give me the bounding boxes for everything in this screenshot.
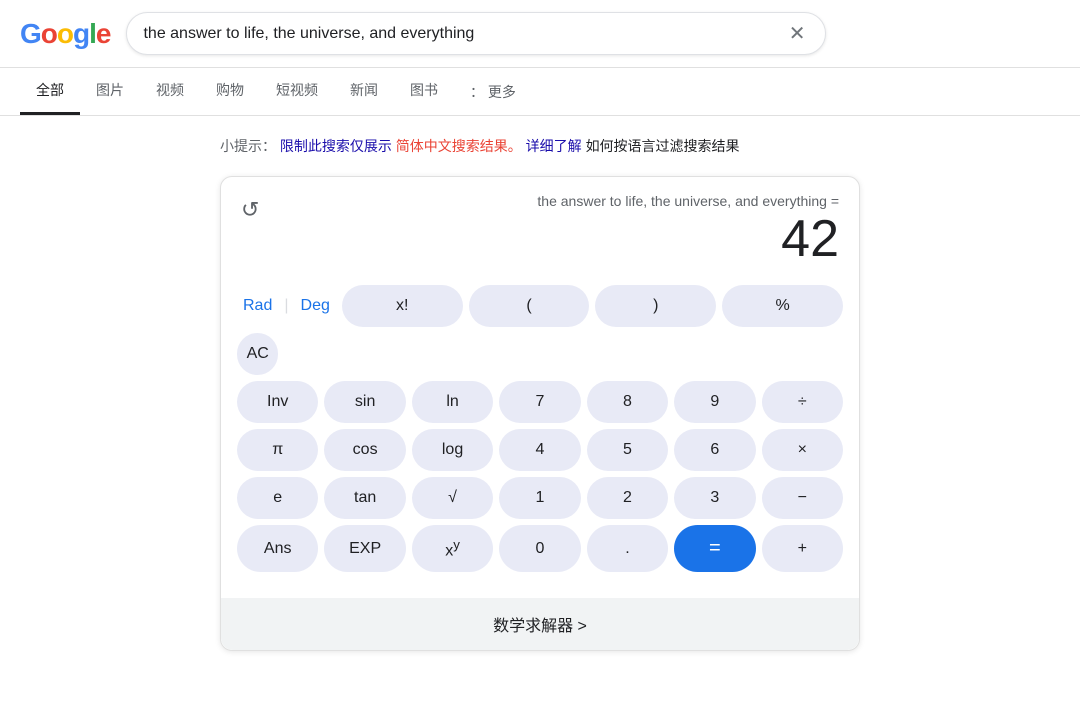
calc-row-4: e tan √ 1 2 3 − — [237, 477, 843, 519]
tab-shopping[interactable]: 购物 — [200, 68, 260, 115]
calc-btn-divide[interactable]: ÷ — [762, 381, 843, 423]
header: Google ✕ — [0, 0, 1080, 68]
calc-btn-percent[interactable]: % — [722, 285, 843, 327]
calc-btn-close-paren[interactable]: ) — [595, 285, 716, 327]
calc-btn-1[interactable]: 1 — [499, 477, 580, 519]
calc-btn-inv[interactable]: Inv — [237, 381, 318, 423]
logo-letter-o2: o — [57, 18, 73, 50]
calc-btn-4[interactable]: 4 — [499, 429, 580, 471]
tip-restrict-link[interactable]: 限制此搜索仅展示 — [280, 138, 392, 154]
calc-btn-3[interactable]: 3 — [674, 477, 755, 519]
nav-tabs: 全部 图片 视频 购物 短视频 新闻 图书 ： 更多 — [0, 68, 1080, 116]
tip-suffix: 如何按语言过滤搜索结果 — [586, 138, 740, 154]
calc-history-icon[interactable]: ↺ — [241, 197, 259, 223]
calc-row-1: Rad | Deg x! ( ) % AC — [237, 285, 843, 375]
calc-btn-7[interactable]: 7 — [499, 381, 580, 423]
more-tabs[interactable]: ： 更多 — [454, 70, 532, 114]
calc-btn-open-paren[interactable]: ( — [469, 285, 590, 327]
tab-news[interactable]: 新闻 — [334, 68, 394, 115]
tip-label: 小提示： — [220, 138, 276, 154]
calc-btn-plus[interactable]: + — [762, 525, 843, 572]
calc-answer: 42 — [279, 213, 839, 265]
math-solver-bar[interactable]: 数学求解器 > — [221, 598, 859, 650]
calc-btn-5[interactable]: 5 — [587, 429, 668, 471]
calc-btn-2[interactable]: 2 — [587, 477, 668, 519]
logo-letter-l: l — [89, 18, 96, 50]
search-input[interactable] — [143, 25, 784, 43]
calc-expression: the answer to life, the universe, and ev… — [279, 193, 839, 209]
logo-letter-o1: o — [41, 18, 57, 50]
calculator: ↺ the answer to life, the universe, and … — [220, 176, 860, 651]
calc-btn-deg[interactable]: Deg — [295, 285, 336, 327]
calc-row-2: Inv sin ln 7 8 9 ÷ — [237, 381, 843, 423]
calc-result-area: the answer to life, the universe, and ev… — [259, 193, 839, 265]
calc-btn-pi[interactable]: π — [237, 429, 318, 471]
calc-btn-8[interactable]: 8 — [587, 381, 668, 423]
tab-all[interactable]: 全部 — [20, 68, 80, 115]
calc-btn-9[interactable]: 9 — [674, 381, 755, 423]
calc-btn-sin[interactable]: sin — [324, 381, 405, 423]
search-clear-button[interactable]: ✕ — [785, 21, 810, 46]
calc-btn-power[interactable]: xy — [412, 525, 493, 572]
tip-detail-link[interactable]: 详细了解 — [526, 138, 582, 154]
calc-btn-cos[interactable]: cos — [324, 429, 405, 471]
tip-bar: 小提示： 限制此搜索仅展示 简体中文搜索结果。 详细了解 如何按语言过滤搜索结果 — [220, 136, 860, 156]
calc-row-3: π cos log 4 5 6 × — [237, 429, 843, 471]
calc-btn-0[interactable]: 0 — [499, 525, 580, 572]
tab-short-videos[interactable]: 短视频 — [260, 68, 334, 115]
calc-btn-equals[interactable]: = — [674, 525, 755, 572]
google-logo[interactable]: Google — [20, 18, 110, 50]
calc-btn-6[interactable]: 6 — [674, 429, 755, 471]
calc-btn-exp[interactable]: EXP — [324, 525, 405, 572]
calc-keypad: Rad | Deg x! ( ) % AC Inv sin ln 7 8 9 ÷ — [221, 277, 859, 594]
calc-btn-ln[interactable]: ln — [412, 381, 493, 423]
calc-btn-dot[interactable]: . — [587, 525, 668, 572]
tab-books[interactable]: 图书 — [394, 68, 454, 115]
calc-separator: | — [284, 285, 288, 327]
calc-btn-ans[interactable]: Ans — [237, 525, 318, 572]
calc-btn-log[interactable]: log — [412, 429, 493, 471]
main-content: 小提示： 限制此搜索仅展示 简体中文搜索结果。 详细了解 如何按语言过滤搜索结果… — [0, 116, 1080, 671]
search-bar: ✕ — [126, 12, 826, 55]
calc-btn-minus[interactable]: − — [762, 477, 843, 519]
calc-btn-ac[interactable]: AC — [237, 333, 278, 375]
tip-chinese-link[interactable]: 简体中文搜索结果。 — [396, 138, 522, 154]
calc-btn-rad[interactable]: Rad — [237, 285, 278, 327]
calc-btn-factorial[interactable]: x! — [342, 285, 463, 327]
logo-letter-e: e — [96, 18, 111, 50]
calc-btn-tan[interactable]: tan — [324, 477, 405, 519]
calc-btn-e[interactable]: e — [237, 477, 318, 519]
calc-display: ↺ the answer to life, the universe, and … — [221, 177, 859, 277]
tab-images[interactable]: 图片 — [80, 68, 140, 115]
logo-letter-g: G — [20, 18, 41, 50]
calc-btn-sqrt[interactable]: √ — [412, 477, 493, 519]
calc-btn-multiply[interactable]: × — [762, 429, 843, 471]
tab-videos[interactable]: 视频 — [140, 68, 200, 115]
logo-letter-g2: g — [73, 18, 89, 50]
calc-row-5: Ans EXP xy 0 . = + — [237, 525, 843, 572]
